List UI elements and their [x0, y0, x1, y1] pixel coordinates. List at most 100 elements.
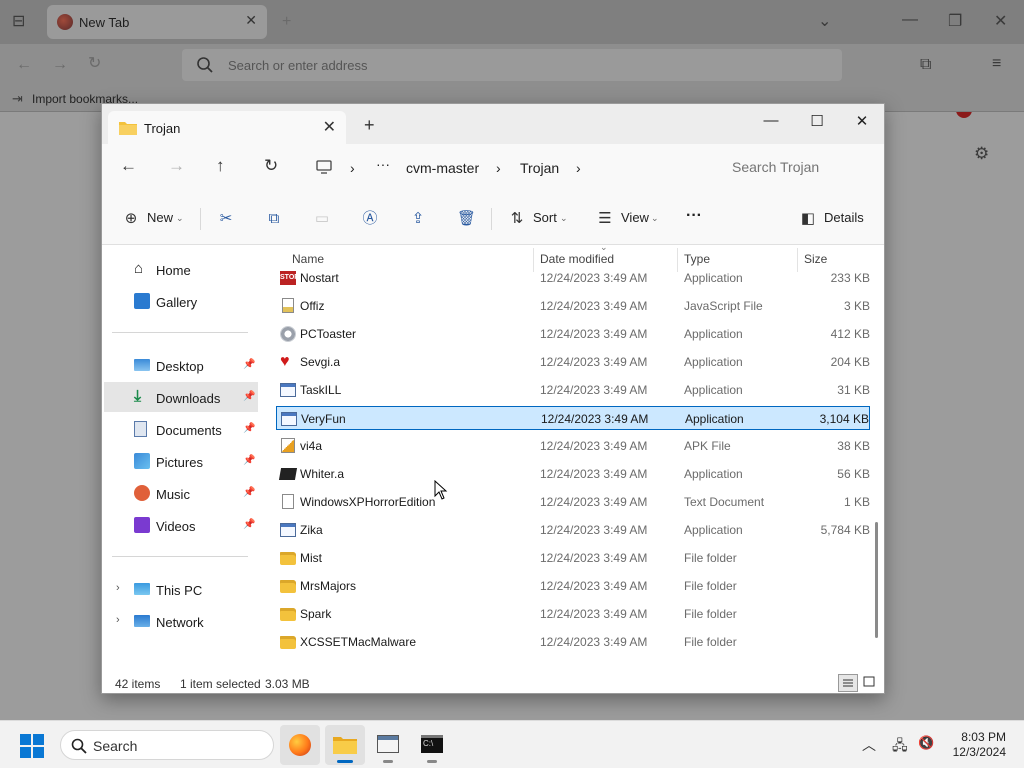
table-row[interactable]: WindowsXPHorrorEdition 12/24/2023 3:49 AM… [276, 490, 870, 514]
breadcrumb-separator-icon[interactable]: › [350, 160, 355, 176]
minimize-icon[interactable]: — [902, 12, 918, 28]
firefox-favicon-icon [57, 14, 73, 30]
list-tabs-chevron-icon[interactable]: ⌄ [818, 14, 831, 30]
rename-icon[interactable]: Ⓐ [361, 211, 379, 227]
network-tray-icon[interactable]: 🖧 [892, 735, 908, 759]
sidebar-item-this-pc[interactable]: › This PC [104, 574, 258, 604]
table-row[interactable]: Whiter.a 12/24/2023 3:49 AM Application 56 … [276, 462, 870, 486]
file-date-modified: 12/24/2023 3:49 AM [540, 551, 648, 565]
menu-icon[interactable]: ≡ [992, 56, 1001, 72]
column-header-type[interactable]: Type [684, 252, 710, 266]
forward-icon[interactable]: → [52, 57, 68, 73]
column-header-name[interactable]: Name [292, 252, 324, 266]
close-tab-icon[interactable]: ✕ [245, 12, 257, 29]
sidebar-item-videos[interactable]: Videos 📌 [104, 510, 258, 540]
paste-icon[interactable]: ▭ [313, 211, 331, 227]
table-row[interactable]: Mist 12/24/2023 3:49 AM File folder [276, 546, 870, 570]
file-date-modified: 12/24/2023 3:49 AM [540, 607, 648, 621]
new-button[interactable]: New [147, 210, 173, 226]
expand-chevron-icon[interactable]: › [116, 614, 120, 626]
breadcrumb-item-trojan[interactable]: Trojan [520, 160, 559, 176]
table-row[interactable]: XCSSETMacMalware 12/24/2023 3:49 AM File f… [276, 630, 870, 654]
file-name: WindowsXPHorrorEdition [300, 495, 436, 509]
folder-icon-glyph [280, 608, 296, 621]
vertical-scrollbar[interactable] [875, 522, 878, 638]
table-row[interactable]: MrsMajors 12/24/2023 3:49 AM File folder [276, 574, 870, 598]
breadcrumb-separator-icon[interactable]: › [496, 160, 501, 176]
back-icon[interactable]: ← [120, 157, 137, 175]
refresh-icon[interactable]: ↻ [264, 157, 278, 175]
sidebar-item-documents[interactable]: Documents 📌 [104, 414, 258, 444]
taskbar-search-box[interactable]: Search [60, 730, 274, 760]
search-input[interactable] [720, 150, 884, 184]
forward-icon[interactable]: → [168, 157, 185, 175]
sidebar-item-music[interactable]: Music 📌 [104, 478, 258, 508]
tiles-view-button[interactable] [860, 674, 880, 692]
sidebar-item-desktop[interactable]: Desktop 📌 [104, 350, 258, 380]
sort-button[interactable]: Sort [533, 210, 557, 226]
view-button[interactable]: View [621, 210, 649, 226]
minimize-icon[interactable]: — [756, 112, 786, 129]
sidebar-item-home[interactable]: ⌂ Home [104, 254, 258, 284]
table-row[interactable]: TaskILL 12/24/2023 3:49 AM Application 31 K… [276, 378, 870, 402]
taskbar-app-explorer-window[interactable] [368, 725, 408, 765]
pin-icon: 📌 [243, 359, 256, 370]
delete-icon[interactable]: 🗑 [457, 211, 476, 227]
share-icon[interactable]: ⇪ [409, 211, 427, 227]
this-pc-monitor-icon[interactable] [316, 160, 332, 174]
show-hidden-icons-chevron-icon[interactable]: ︿ [862, 735, 876, 755]
file-type: Text Document [684, 495, 765, 509]
up-icon[interactable]: ↑ [216, 157, 225, 175]
table-row[interactable]: Spark 12/24/2023 3:49 AM File folder [276, 602, 870, 626]
taskbar-app-command-prompt[interactable]: C:\ [412, 725, 452, 765]
new-tab-icon[interactable]: + [282, 14, 291, 30]
view-chevron-down-icon[interactable]: ⌄ [651, 210, 659, 226]
table-row[interactable]: VeryFun 12/24/2023 3:49 AM Application 3,10… [276, 406, 870, 430]
cut-icon[interactable]: ✂ [217, 211, 235, 227]
column-header-date-modified[interactable]: Date modified [540, 252, 614, 266]
taskbar-search-label: Search [93, 738, 138, 754]
restore-icon[interactable]: ❐ [948, 14, 962, 30]
taskbar-app-file-explorer[interactable] [325, 725, 365, 765]
breadcrumb[interactable]: › ··· cvm-master › Trojan › [306, 150, 708, 184]
reload-icon[interactable]: ↻ [88, 56, 101, 72]
new-chevron-down-icon[interactable]: ⌄ [176, 210, 184, 226]
sidebar-item-downloads[interactable]: ⤓ Downloads 📌 [104, 382, 258, 412]
table-row[interactable]: Offiz 12/24/2023 3:49 AM JavaScript File 3 … [276, 294, 870, 318]
copy-icon[interactable]: ⧉ [265, 211, 283, 227]
column-header-size[interactable]: Size [804, 252, 827, 266]
table-row[interactable]: PCToaster 12/24/2023 3:49 AM Application 41… [276, 322, 870, 346]
breadcrumb-item-cvm-master[interactable]: cvm-master [406, 160, 479, 176]
address-bar[interactable]: Search or enter address [182, 49, 842, 81]
details-view-button[interactable] [838, 674, 858, 692]
taskbar-app-firefox[interactable] [280, 725, 320, 765]
windows-start-icon[interactable] [20, 734, 44, 758]
explorer-tab[interactable]: Trojan ✕ [108, 111, 346, 144]
new-tab-icon[interactable]: + [364, 115, 375, 136]
close-window-icon[interactable]: ✕ [847, 112, 877, 130]
back-icon[interactable]: ← [16, 57, 32, 73]
taskbar-clock[interactable]: 8:03 PM 12/3/2024 [946, 730, 1006, 760]
table-row[interactable]: STOP Nostart 12/24/2023 3:49 AM Application… [276, 266, 870, 290]
breadcrumb-separator-icon[interactable]: › [576, 160, 581, 176]
sort-chevron-down-icon[interactable]: ⌄ [560, 210, 568, 226]
sidebar-item-gallery[interactable]: Gallery [104, 286, 258, 316]
table-row[interactable]: vi4a 12/24/2023 3:49 AM APK File 38 KB [276, 434, 870, 458]
expand-chevron-icon[interactable]: › [116, 582, 120, 594]
details-button[interactable]: Details [824, 210, 864, 226]
table-row[interactable]: ♥ Sevgi.a 12/24/2023 3:49 AM Application 204… [276, 350, 870, 374]
sidebar-item-network[interactable]: › Network [104, 606, 258, 636]
table-row[interactable]: Zika 12/24/2023 3:49 AM Application 5,784 K… [276, 518, 870, 542]
more-options-icon[interactable]: ··· [686, 208, 702, 224]
maximize-icon[interactable]: ☐ [802, 112, 832, 130]
close-tab-icon[interactable]: ✕ [323, 117, 336, 137]
volume-muted-icon[interactable]: 🔇 [918, 735, 934, 751]
sidebar-item-pictures[interactable]: Pictures 📌 [104, 446, 258, 476]
browser-tab[interactable]: New Tab ✕ [47, 5, 267, 39]
sidebar-separator [112, 556, 248, 557]
extensions-icon[interactable]: ⧉ [920, 57, 931, 73]
close-window-icon[interactable]: ✕ [994, 14, 1007, 30]
breadcrumb-overflow-icon[interactable]: ··· [376, 156, 390, 172]
tab-overview-icon[interactable]: ⊟ [12, 14, 25, 30]
settings-gear-icon[interactable]: ⚙ [974, 145, 989, 162]
